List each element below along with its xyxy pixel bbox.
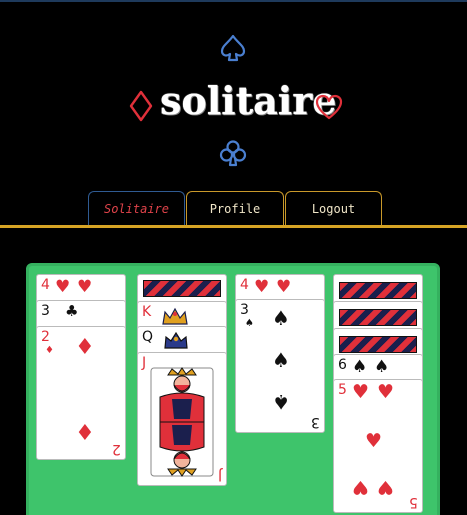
club-outline-icon [218,138,248,168]
spade-icon: ♠ [374,357,390,377]
jack-portrait-art [150,367,214,477]
card-rank-bottom: 5 [409,494,418,510]
heart-outline-icon [314,93,344,121]
tab-solitaire[interactable]: Solitaire [88,191,185,225]
card-rank-bottom: 3 [311,414,320,430]
diamond-outline-icon [128,90,154,122]
card-back [339,336,417,353]
card-rank: 4 [41,277,50,293]
diamond-icon: ♦ [75,418,95,443]
card-rank: 5 [338,382,347,398]
heart-icon: ♥ [365,430,383,452]
spade-outline-icon [218,33,248,63]
main-nav: Solitaire Profile Logout [88,191,382,225]
header: solitaire Solitaire Profile Logout [0,0,467,230]
heart-icon: ♥ [77,277,93,297]
heart-icon: ♥ [352,381,370,403]
heart-icon: ♥ [254,277,270,297]
king-crown-art [160,306,190,326]
spade-icon: ♠ [272,348,290,372]
card-rank: J [142,355,147,371]
spade-icon: ♠ [272,306,290,330]
nav-underline [0,225,467,228]
card-2-diamonds[interactable]: 2 ♦ ♦ ♦ 2 [36,326,126,460]
card-rank-bottom: J [217,467,222,483]
card-back [339,309,417,326]
card-3-spades[interactable]: 3 ♠ ♠ ♠ ♠ 3 [235,299,325,433]
heart-icon: ♥ [377,476,395,498]
card-suit-spade-icon: ♠ [245,318,254,329]
card-5-hearts[interactable]: 5 ♥ ♥ ♥ ♥ ♥ 5 [333,379,423,513]
card-rank: 3 [240,302,249,318]
card-suit-diamond-icon: ♦ [45,345,54,356]
card-rank: Q [142,329,154,345]
card-back [143,280,221,297]
tab-profile[interactable]: Profile [186,191,284,225]
card-rank: 6 [338,357,347,373]
diamond-icon: ♦ [75,335,95,360]
card-rank-bottom: 2 [112,441,121,457]
heart-icon: ♥ [377,381,395,403]
card-rank: 2 [41,329,50,345]
club-icon: ♣ [65,302,79,320]
heart-icon: ♥ [276,277,292,297]
card-J-hearts[interactable]: J J [137,352,227,486]
spade-icon: ♠ [272,390,290,414]
heart-icon: ♥ [352,476,370,498]
card-rank: K [142,304,152,320]
card-rank: 4 [240,277,249,293]
heart-icon: ♥ [55,277,71,297]
spade-icon: ♠ [352,357,368,377]
game-board: 4 ♥ ♥ 3 ♣ 2 ♦ ♦ ♦ 2 K Q J J 4 ♥ ♥ 3 ♠ ♠ … [26,263,440,515]
queen-crown-art [162,330,190,350]
app-logo-title: solitaire [160,78,337,123]
card-rank: 3 [41,303,50,319]
card-back [339,282,417,299]
tab-logout[interactable]: Logout [285,191,382,225]
